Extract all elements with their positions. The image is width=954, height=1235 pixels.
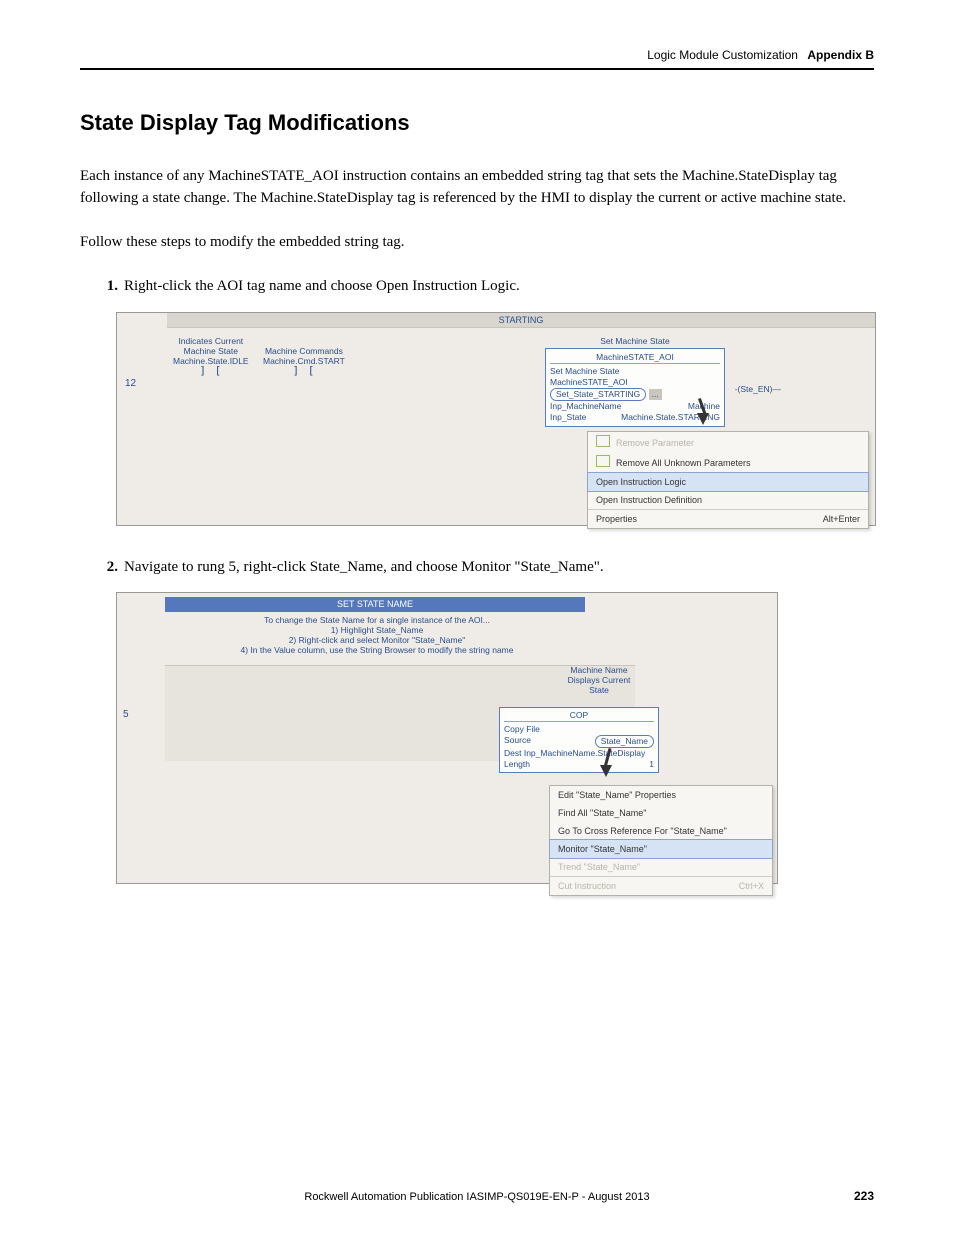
body-paragraph-1: Each instance of any MachineSTATE_AOI in… bbox=[80, 166, 874, 210]
aoi-row4-left: Inp_State bbox=[550, 412, 586, 422]
menu-item-trend: Trend "State_Name" bbox=[550, 858, 772, 876]
context-menu-1: Remove Parameter Remove All Unknown Para… bbox=[587, 431, 869, 529]
cop-length-value: 1 bbox=[649, 759, 654, 770]
menu-item-remove-parameter: Remove Parameter bbox=[588, 432, 868, 452]
page-number: 223 bbox=[854, 1189, 874, 1203]
remove-all-icon bbox=[596, 455, 610, 467]
contact2-desc: Machine Commands bbox=[263, 346, 345, 356]
cop-copyfile: Copy File bbox=[504, 724, 654, 735]
cop-source-label: Source bbox=[504, 735, 531, 745]
figure-1-ladder-editor: STARTING 12 Indicates Current Machine St… bbox=[116, 312, 876, 526]
section-title: State Display Tag Modifications bbox=[80, 110, 874, 136]
contact1-desc-l2: Machine State bbox=[173, 346, 249, 356]
callout-arrow-icon bbox=[697, 413, 709, 425]
publication-info: Rockwell Automation Publication IASIMP-Q… bbox=[304, 1191, 649, 1203]
menu-item-cut: Cut Instruction Ctrl+X bbox=[550, 877, 772, 895]
menu-item-open-instruction-definition[interactable]: Open Instruction Definition bbox=[588, 491, 868, 509]
aoi-browse-button[interactable]: ... bbox=[649, 389, 662, 400]
ste-en-output: -(Ste_EN)— bbox=[735, 384, 781, 394]
chapter-name: Logic Module Customization bbox=[647, 48, 798, 62]
step-1: 1. Right-click the AOI tag name and choos… bbox=[98, 275, 874, 298]
cop-dest: Dest Inp_MachineName.StateDisplay bbox=[504, 748, 654, 759]
contact1-desc-l1: Indicates Current bbox=[173, 336, 249, 346]
aoi-row2-left: MachineSTATE_AOI bbox=[550, 377, 628, 387]
menu-item-remove-all-unknown[interactable]: Remove All Unknown Parameters bbox=[588, 452, 868, 472]
menu-item-open-instruction-logic[interactable]: Open Instruction Logic bbox=[587, 472, 869, 492]
body-paragraph-2: Follow these steps to modify the embedde… bbox=[80, 232, 874, 254]
step-2-number: 2. bbox=[98, 556, 118, 579]
figure-2-ladder-editor: SET STATE NAME To change the State Name … bbox=[116, 592, 778, 884]
appendix-label: Appendix B bbox=[807, 48, 874, 62]
cop-instruction-block[interactable]: COP Copy File Source State_Name Dest Inp… bbox=[499, 707, 659, 773]
rung-left-contacts: Indicates Current Machine State Machine.… bbox=[173, 336, 413, 376]
aoi-tag-oval[interactable]: Set_State_STARTING bbox=[550, 388, 646, 401]
page-header: Logic Module Customization Appendix B bbox=[80, 48, 874, 70]
context-menu-2: Edit "State_Name" Properties Find All "S… bbox=[549, 785, 773, 896]
rung-number: 12 bbox=[125, 378, 136, 389]
step-1-number: 1. bbox=[98, 275, 118, 298]
menu-item-properties[interactable]: Properties Alt+Enter bbox=[588, 510, 868, 528]
remove-param-icon bbox=[596, 435, 610, 447]
callout-arrow2-icon bbox=[600, 765, 612, 777]
menu-item-find-all[interactable]: Find All "State_Name" bbox=[550, 804, 772, 822]
cop-header: COP bbox=[504, 710, 654, 722]
rung-title-bar: SET STATE NAME bbox=[165, 597, 585, 612]
menu-item-edit-properties[interactable]: Edit "State_Name" Properties bbox=[550, 786, 772, 804]
cop-length-label: Length bbox=[504, 759, 530, 769]
menu-item-monitor[interactable]: Monitor "State_Name" bbox=[549, 839, 773, 859]
rung-comment: To change the State Name for a single in… bbox=[177, 615, 577, 655]
contact1-symbol: ] [ bbox=[173, 366, 249, 376]
page-footer: Rockwell Automation Publication IASIMP-Q… bbox=[80, 1191, 874, 1203]
menu-shortcut-cut: Ctrl+X bbox=[739, 879, 764, 893]
aoi-title: Set Machine State bbox=[545, 336, 725, 346]
aoi-row3-left: Inp_MachineName bbox=[550, 401, 621, 411]
routine-label: STARTING bbox=[167, 313, 875, 328]
machine-name-label: Machine Name Displays Current State bbox=[549, 665, 649, 695]
step-2: 2. Navigate to rung 5, right-click State_… bbox=[98, 556, 874, 579]
menu-item-cross-reference[interactable]: Go To Cross Reference For "State_Name" bbox=[550, 822, 772, 840]
cop-source-oval[interactable]: State_Name bbox=[595, 735, 654, 748]
contact2-symbol: ] [ bbox=[263, 366, 345, 376]
menu-shortcut-properties: Alt+Enter bbox=[823, 512, 860, 526]
step-1-text: Right-click the AOI tag name and choose … bbox=[124, 278, 520, 294]
rung-number-2: 5 bbox=[123, 709, 129, 720]
step-2-text: Navigate to rung 5, right-click State_Na… bbox=[124, 559, 604, 575]
aoi-header: MachineSTATE_AOI bbox=[550, 352, 720, 364]
aoi-row1: Set Machine State bbox=[550, 366, 720, 377]
